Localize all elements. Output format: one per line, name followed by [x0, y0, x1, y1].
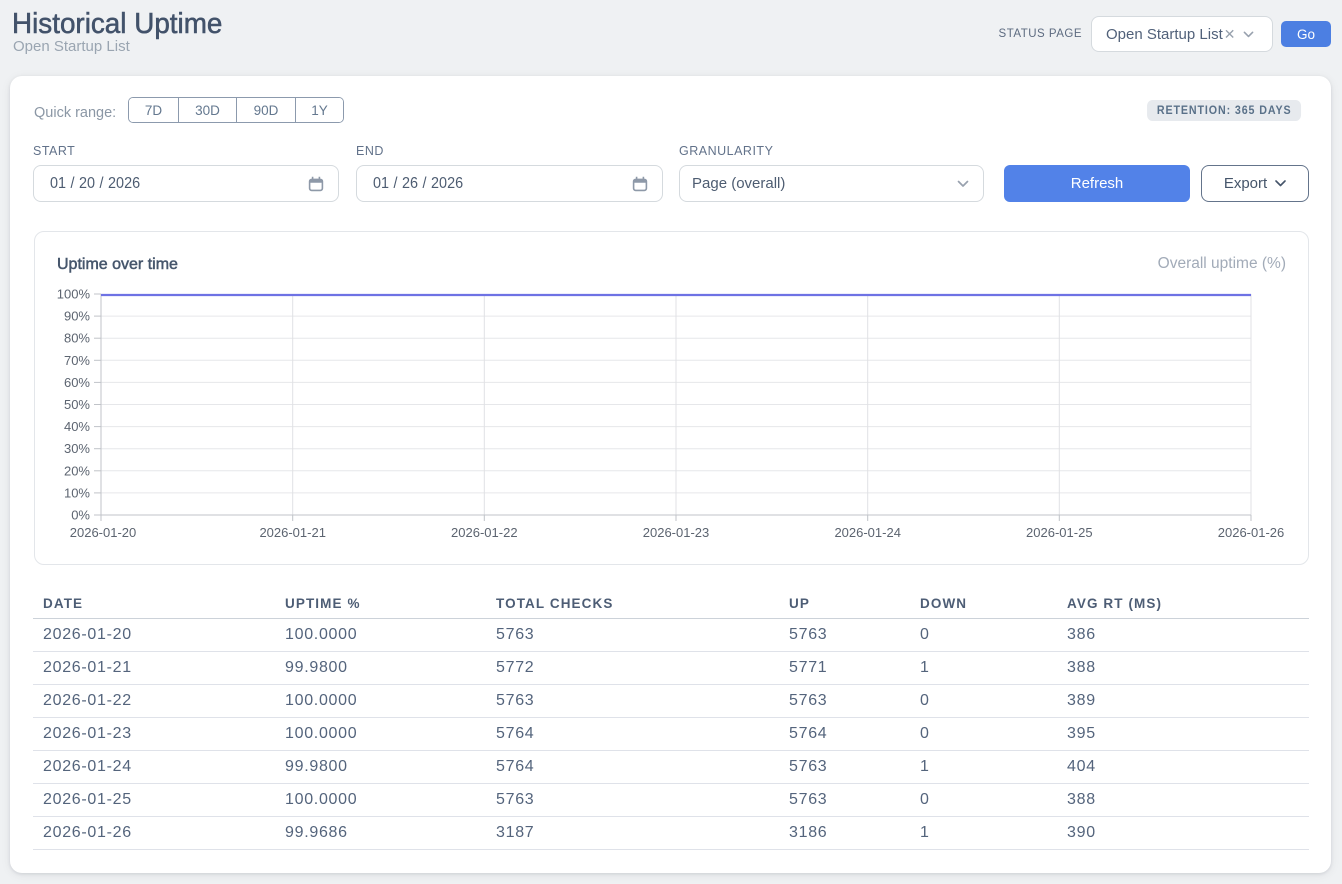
- svg-text:20%: 20%: [64, 463, 90, 478]
- svg-text:2026-01-23: 2026-01-23: [643, 525, 710, 540]
- svg-text:80%: 80%: [64, 331, 90, 346]
- svg-text:40%: 40%: [64, 419, 90, 434]
- svg-text:100%: 100%: [57, 287, 91, 302]
- svg-text:0%: 0%: [71, 508, 90, 523]
- svg-text:90%: 90%: [64, 309, 90, 324]
- svg-text:2026-01-25: 2026-01-25: [1026, 525, 1093, 540]
- svg-text:60%: 60%: [64, 375, 90, 390]
- svg-text:2026-01-22: 2026-01-22: [451, 525, 518, 540]
- svg-text:10%: 10%: [64, 485, 90, 500]
- svg-text:2026-01-26: 2026-01-26: [1218, 525, 1285, 540]
- svg-text:30%: 30%: [64, 441, 90, 456]
- svg-text:50%: 50%: [64, 397, 90, 412]
- svg-text:2026-01-20: 2026-01-20: [70, 525, 137, 540]
- svg-text:70%: 70%: [64, 353, 90, 368]
- svg-text:2026-01-21: 2026-01-21: [259, 525, 326, 540]
- svg-text:2026-01-24: 2026-01-24: [834, 525, 901, 540]
